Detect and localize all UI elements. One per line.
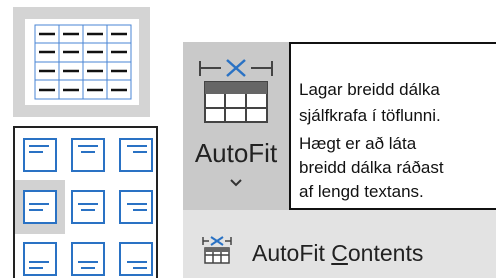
autofit-contents-label: AutoFit Contents — [252, 240, 423, 266]
tooltip-line: Lagar breidd dálka — [299, 80, 440, 99]
align-bottom-left-icon[interactable] — [23, 242, 57, 276]
menu-label-prefix: AutoFit — [252, 240, 332, 266]
table-style-thumbnail[interactable] — [13, 7, 150, 117]
align-bottom-center-icon[interactable] — [71, 242, 105, 276]
autofit-label: AutoFit — [194, 138, 278, 168]
autofit-contents-icon — [202, 236, 232, 264]
cell-alignment-grid — [13, 126, 158, 278]
table-style-preview — [25, 19, 139, 105]
align-bottom-right-icon[interactable] — [119, 242, 153, 276]
tooltip-line: Hægt er að láta — [299, 134, 417, 153]
align-top-center-icon[interactable] — [71, 138, 105, 172]
menu-label-accelerator: C — [331, 240, 348, 266]
align-middle-right-icon[interactable] — [119, 190, 153, 224]
align-top-left-icon[interactable] — [23, 138, 57, 172]
chevron-down-icon[interactable] — [229, 177, 243, 187]
autofit-tooltip: Lagar breidd dálka sjálfkrafa í töflunni… — [289, 42, 496, 210]
align-middle-center-icon[interactable] — [71, 190, 105, 224]
table-grid-icon — [34, 24, 132, 100]
autofit-table-icon — [199, 59, 273, 123]
tooltip-line: breidd dálka ráðast — [299, 158, 444, 177]
align-top-right-icon[interactable] — [119, 138, 153, 172]
align-middle-left-icon[interactable] — [23, 190, 57, 224]
tooltip-line: sjálfkrafa í töflunni. — [299, 106, 441, 125]
tooltip-line: af lengd textans. — [299, 182, 424, 201]
menu-label-rest: ontents — [347, 240, 424, 266]
